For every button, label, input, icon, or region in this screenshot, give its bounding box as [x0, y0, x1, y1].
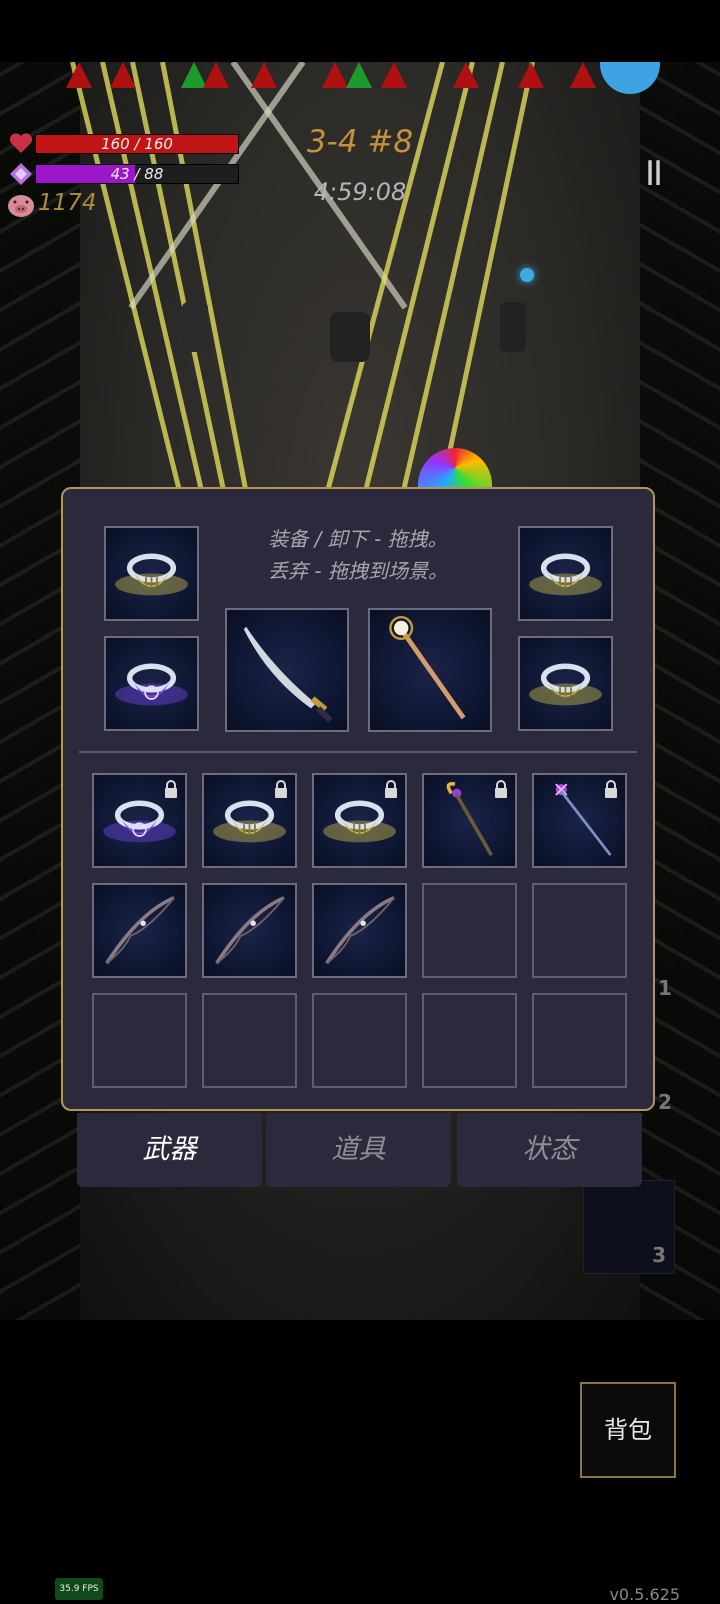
panel-divider: [79, 751, 637, 753]
ability-count: 3: [652, 1243, 666, 1267]
coin-count: 1174: [38, 190, 97, 216]
curved-sword-icon[interactable]: [227, 610, 347, 730]
longbow-icon[interactable]: [94, 885, 185, 976]
rainbow-orb: [418, 448, 492, 488]
enemy-marker: [66, 62, 92, 88]
stage-label: 3-4 #8: [306, 124, 414, 160]
ability-count: 1: [658, 976, 672, 1000]
lock-icon: [383, 780, 399, 798]
enemy-marker: [251, 62, 277, 88]
purple-ring-icon[interactable]: [106, 638, 197, 729]
longbow-icon[interactable]: [314, 885, 405, 976]
ability-count: 2: [658, 1090, 672, 1114]
mana-bar: 43 / 88: [35, 164, 239, 184]
enemy-marker: [381, 62, 407, 88]
heart-icon: [9, 133, 33, 153]
mana-crystal-icon: [10, 163, 32, 185]
fps-counter: 35.9 FPS: [55, 1578, 103, 1600]
lock-icon: [493, 780, 509, 798]
light-beam: [130, 62, 235, 533]
enemy-marker: [203, 62, 229, 88]
equip-slot-ring-3[interactable]: [518, 526, 613, 621]
run-timer: 4:59:08: [313, 178, 407, 206]
equip-slot-weapon-2[interactable]: [368, 608, 492, 732]
inventory-slot[interactable]: [202, 993, 297, 1088]
light-beam: [128, 62, 306, 310]
gold-ring-icon[interactable]: [520, 528, 611, 619]
version-label: v0.5.625: [609, 1585, 680, 1604]
backpack-button[interactable]: 背包: [580, 1382, 676, 1478]
enemy-figure: [500, 302, 526, 352]
piggy-bank-icon: [8, 195, 34, 217]
equip-slot-ring-1[interactable]: [104, 526, 199, 621]
enemy-marker: [518, 62, 544, 88]
inventory-slot[interactable]: [202, 773, 297, 868]
enemy-figure: [182, 302, 208, 352]
inventory-slot[interactable]: [532, 773, 627, 868]
inventory-slot[interactable]: [92, 883, 187, 978]
inventory-slot[interactable]: [312, 993, 407, 1088]
health-bar: 160 / 160: [35, 134, 239, 154]
inventory-slot[interactable]: [202, 883, 297, 978]
equip-slot-ring-4[interactable]: [518, 636, 613, 731]
enemy-marker: [322, 62, 348, 88]
gold-ring-icon[interactable]: [520, 638, 611, 729]
tab-items[interactable]: 道具: [266, 1113, 451, 1187]
inventory-slot[interactable]: [422, 773, 517, 868]
enemy-marker: [110, 62, 136, 88]
blue-orb: [520, 268, 534, 282]
health-text: 160 / 160: [101, 135, 173, 153]
mana-text: 43 / 88: [110, 165, 164, 183]
inventory-slot[interactable]: [312, 883, 407, 978]
enemy-marker: [570, 62, 596, 88]
inventory-slot[interactable]: [92, 993, 187, 1088]
tab-weapons[interactable]: 武器: [77, 1113, 262, 1187]
pause-button[interactable]: II: [645, 154, 663, 194]
player-character: [330, 312, 370, 362]
ally-marker: [346, 62, 372, 88]
ability-slot[interactable]: 3: [583, 1180, 675, 1274]
golden-staff-icon[interactable]: [370, 610, 490, 730]
gold-ring-icon[interactable]: [106, 528, 197, 619]
equip-slot-ring-2[interactable]: [104, 636, 199, 731]
inventory-slot[interactable]: [532, 993, 627, 1088]
tab-status[interactable]: 状态: [457, 1113, 642, 1187]
inventory-slot[interactable]: [422, 883, 517, 978]
longbow-icon[interactable]: [204, 885, 295, 976]
inventory-slot[interactable]: [532, 883, 627, 978]
equip-slot-weapon-1[interactable]: [225, 608, 349, 732]
lock-icon: [273, 780, 289, 798]
lock-icon: [163, 780, 179, 798]
inventory-slot[interactable]: [312, 773, 407, 868]
inventory-slot[interactable]: [422, 993, 517, 1088]
lock-icon: [603, 780, 619, 798]
light-beam: [100, 62, 213, 531]
enemy-marker: [453, 62, 479, 88]
inventory-slot[interactable]: [92, 773, 187, 868]
